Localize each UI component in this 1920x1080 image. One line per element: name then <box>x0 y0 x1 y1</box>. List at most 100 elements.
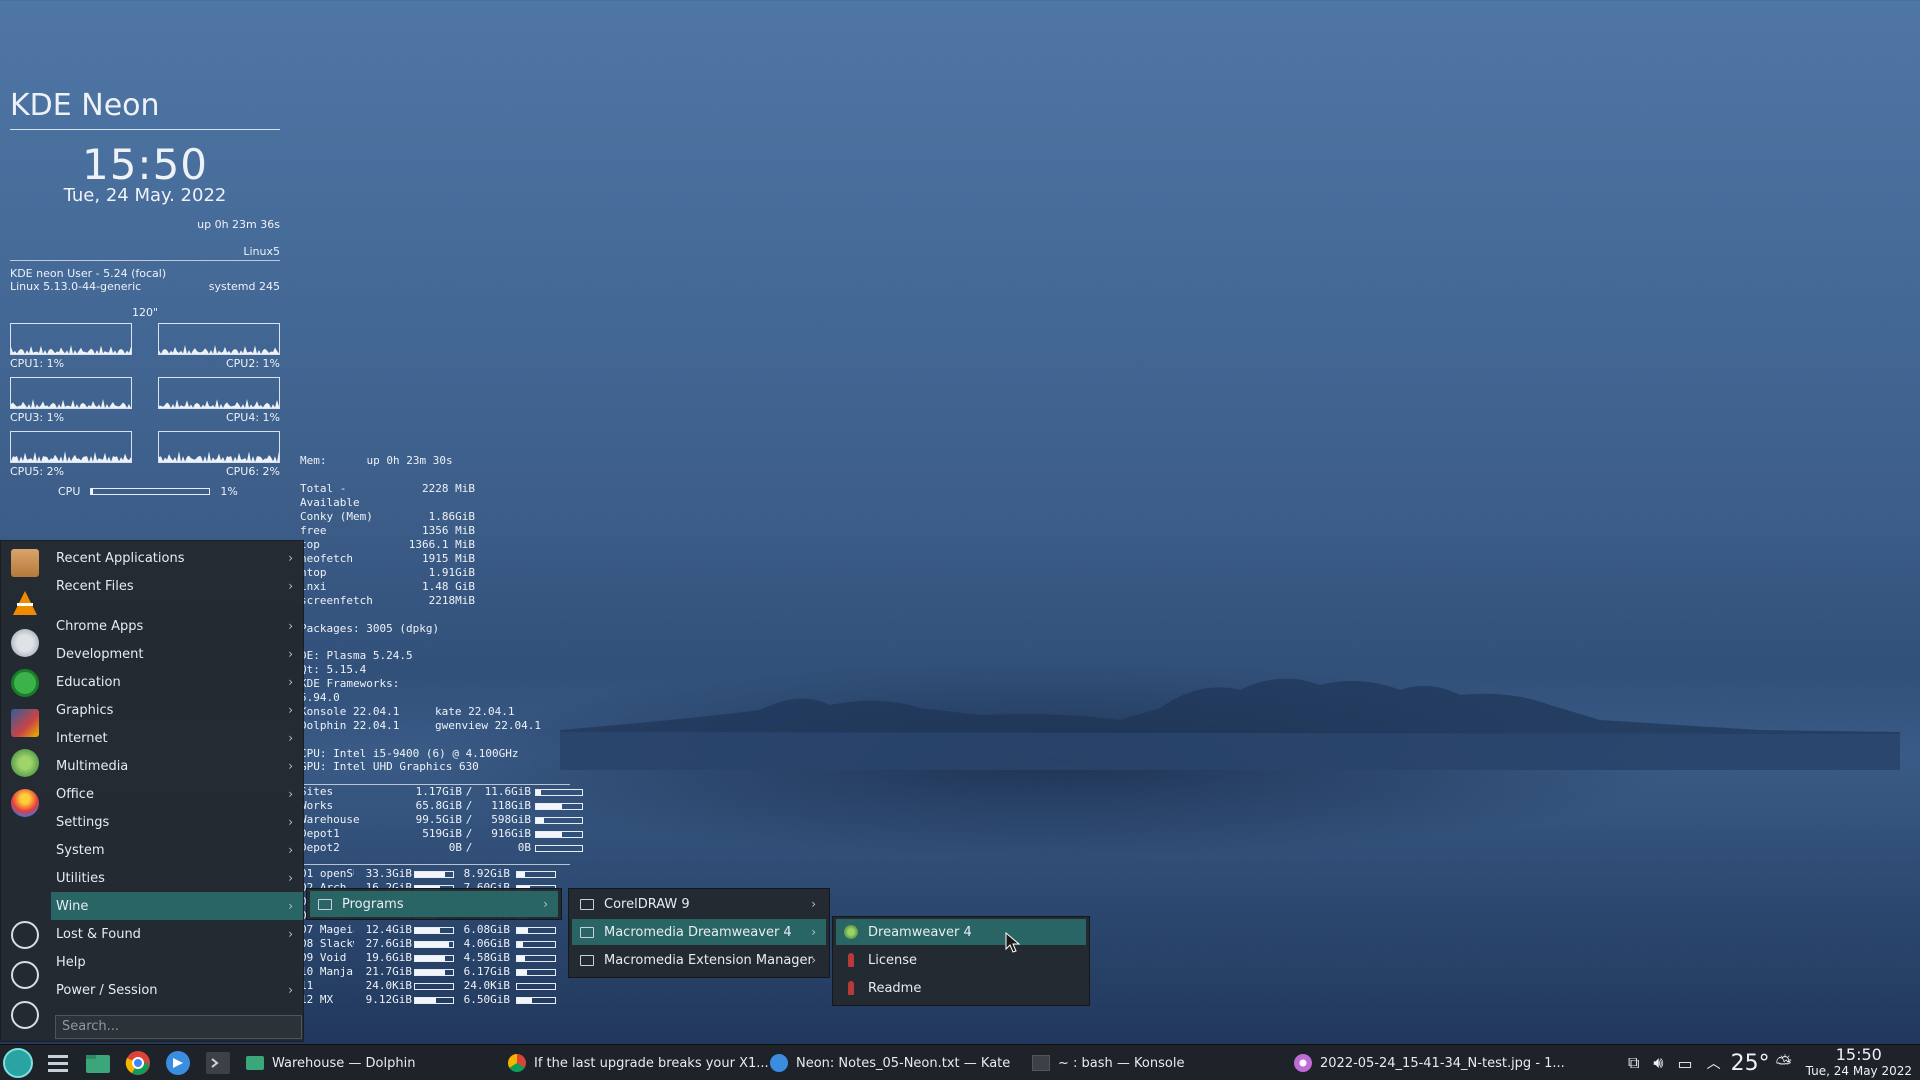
task-konsole[interactable]: ~ : bash — Konsole <box>1032 1045 1184 1080</box>
task-chrome[interactable]: If the last upgrade breaks your X1... <box>508 1045 769 1080</box>
submenu-item-dreamweaver[interactable]: Macromedia Dreamweaver 4 › <box>572 919 826 945</box>
disk-row: Warehouse 99.5GiB/598GiB <box>300 813 583 827</box>
cpu-graphs: CPU1: 1% CPU2: 1% CPU3: 1% CPU4: 1% CPU5… <box>10 323 280 481</box>
disk-utility-icon[interactable] <box>11 629 39 657</box>
lock-screen-icon[interactable] <box>11 961 39 989</box>
conky-date: Tue, 24 May. 2022 <box>63 185 227 206</box>
vlc-icon[interactable] <box>11 589 39 617</box>
menu-item-multimedia[interactable]: Multimedia › <box>51 752 303 780</box>
menu-item-help[interactable]: Help <box>51 948 303 976</box>
submenu-item-label: License <box>868 952 918 968</box>
packages-count: Packages: 3005 (dpkg) <box>300 622 440 635</box>
multimedia-app-icon[interactable] <box>11 749 39 777</box>
menu-item-label: Recent Files <box>56 578 134 594</box>
weather-partly-cloudy-icon[interactable]: ⛅︎ <box>1776 1051 1792 1075</box>
menu-item-lost-found[interactable]: Lost & Found › <box>51 920 303 948</box>
submenu-item-programs[interactable]: Programs › <box>310 891 558 917</box>
digital-clock[interactable]: 15:50 Tue, 24 May 2022 <box>1806 1047 1912 1079</box>
disk-row: Sites 1.17GiB/11.6GiB <box>300 785 583 799</box>
chevron-up-icon[interactable]: ︿ <box>1707 1053 1721 1073</box>
task-dolphin[interactable]: Warehouse — Dolphin <box>246 1045 415 1080</box>
menu-item-label: Power / Session <box>56 982 158 998</box>
file-manager-icon[interactable] <box>83 1048 113 1078</box>
submenu-item-extension-manager[interactable]: Macromedia Extension Manager › <box>572 947 826 973</box>
menu-item-utilities[interactable]: Utilities › <box>51 864 303 892</box>
app-launcher-button[interactable] <box>3 1047 33 1078</box>
cpu1-graph <box>10 323 132 355</box>
disk-size: 598GiB <box>491 813 531 826</box>
chevron-right-icon: › <box>288 647 293 661</box>
version-row: Konsole 22.04.1 kate 22.04.1 <box>300 705 570 719</box>
power-icon[interactable] <box>11 1001 39 1029</box>
task-gwenview[interactable]: 2022-05-24_15-41-34_N-test.jpg - 1... <box>1294 1045 1565 1080</box>
chevron-right-icon: › <box>288 787 293 801</box>
partition-name: 07 Mageia <box>300 923 354 936</box>
volume-icon[interactable]: 🔊︎ <box>1653 1053 1663 1073</box>
education-app-icon[interactable] <box>11 669 39 697</box>
partition-used-bar <box>414 982 454 990</box>
version-left: Qt: 5.15.4 <box>300 663 367 676</box>
disk-usage-bar <box>535 844 583 852</box>
cpu5-label: CPU5: 2% <box>10 465 65 478</box>
task-kate[interactable]: Neon: Notes_05-Neon.txt — Kate <box>770 1045 1010 1080</box>
balloon-app-icon[interactable] <box>11 789 39 817</box>
clipboard-icon[interactable]: ⧉ <box>1628 1053 1639 1073</box>
menu-search-input[interactable]: Search... <box>55 1015 302 1039</box>
mem-row-value: 1915 MiB <box>422 552 475 565</box>
submenu-item-license[interactable]: License <box>836 947 1086 973</box>
conky-interval: 120" <box>131 306 159 319</box>
partition-name: 10 Manjaro <box>300 965 354 978</box>
disk-usage-bar <box>535 816 583 824</box>
menu-item-development[interactable]: Development › <box>51 640 303 668</box>
folder-icon <box>580 926 594 938</box>
conky-uptime: up 0h 23m 36s <box>197 218 280 231</box>
switch-user-icon[interactable] <box>11 921 39 949</box>
cpu5-graph <box>10 431 132 463</box>
menu-item-settings[interactable]: Settings › <box>51 808 303 836</box>
mem-row-value: 2218MiB <box>428 594 475 607</box>
folder-icon <box>318 898 332 910</box>
cpu1-label: CPU1: 1% <box>10 357 65 370</box>
mem-table: Total - Available 2228 MiB Conky (Mem) 1.86… <box>300 482 570 608</box>
mem-label: Mem: <box>300 454 327 467</box>
disk-used: 0B <box>448 841 462 854</box>
package-icon[interactable] <box>11 549 39 577</box>
menu-item-wine[interactable]: Wine › <box>51 892 303 920</box>
weather-temperature[interactable]: 25° <box>1731 1051 1770 1076</box>
menu-item-recent-files[interactable]: Recent Files › <box>51 572 303 600</box>
menu-item-office[interactable]: Office › <box>51 780 303 808</box>
partition-row: 09 Void 19.6GiB 4.58GiB <box>300 951 570 965</box>
submenu-item-dreamweaver4[interactable]: Dreamweaver 4 <box>836 919 1086 945</box>
menu-item-power-session[interactable]: Power / Session › <box>51 976 303 1004</box>
disk-name: Sites <box>300 785 334 798</box>
kate-icon[interactable] <box>163 1048 193 1078</box>
menu-item-chrome-apps[interactable]: Chrome Apps › <box>51 612 303 640</box>
disk-size: 916GiB <box>491 827 531 840</box>
application-launcher-menu: Recent Applications › Recent Files › Chrome … <box>0 540 304 1042</box>
menu-item-graphics[interactable]: Graphics › <box>51 696 303 724</box>
menu-item-education[interactable]: Education › <box>51 668 303 696</box>
terminal-icon[interactable] <box>203 1048 233 1078</box>
submenu-item-label: Readme <box>868 980 922 996</box>
menu-item-recent-applications[interactable]: Recent Applications › <box>51 544 303 572</box>
network-icon[interactable]: ▭ <box>1678 1054 1693 1073</box>
dreamweaver-submenu: Dreamweaver 4 License Readme <box>832 916 1090 1006</box>
mem-row-value: 1.91GiB <box>428 566 475 579</box>
disk-row: Depot1 519GiB/916GiB <box>300 827 583 841</box>
menu-item-internet[interactable]: Internet › <box>51 724 303 752</box>
cpu-total-label: CPU <box>58 485 81 498</box>
task-label: ~ : bash — Konsole <box>1058 1055 1185 1071</box>
menu-item-label: Internet <box>56 730 108 746</box>
mem-row-value: 1356 MiB <box>422 524 475 537</box>
system-settings-icon[interactable] <box>43 1048 73 1078</box>
partition-used-bar <box>414 926 454 934</box>
disk-used: 99.5GiB <box>415 813 462 826</box>
submenu-item-readme[interactable]: Readme <box>836 975 1086 1001</box>
menu-item-system[interactable]: System › <box>51 836 303 864</box>
wine-glass-icon <box>848 981 854 995</box>
system-monitor-icon[interactable] <box>11 709 39 737</box>
chrome-icon[interactable] <box>123 1048 153 1078</box>
cpu-graph-area <box>11 345 131 354</box>
submenu-item-coreldraw[interactable]: CorelDRAW 9 › <box>572 891 826 917</box>
chevron-right-icon: › <box>288 551 293 565</box>
